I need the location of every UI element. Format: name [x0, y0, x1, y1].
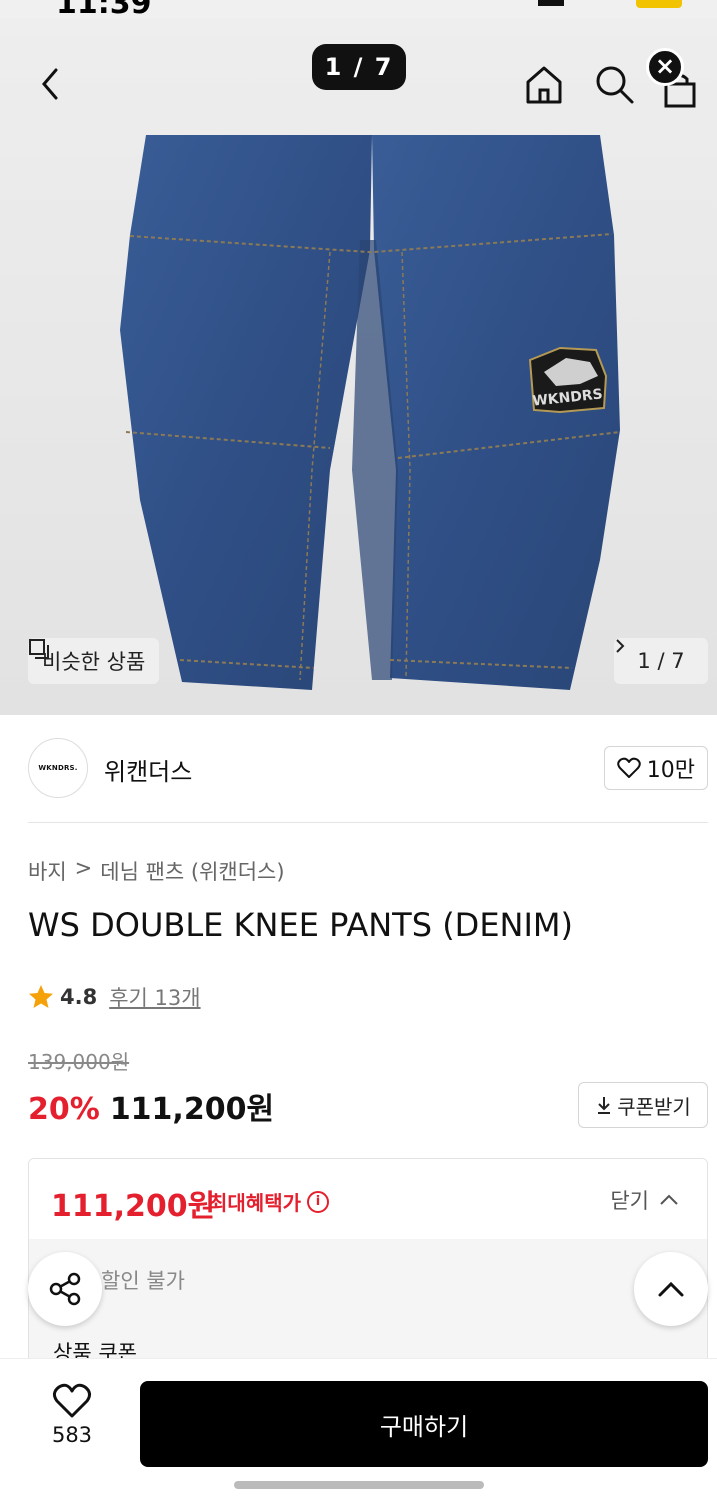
max-benefit-panel: 111,200원 최대혜택가 i 닫기 할인 불가 상품 쿠폰	[28, 1158, 708, 1378]
heart-icon	[617, 757, 641, 778]
brand-logo[interactable]: WKNDRS.	[28, 738, 88, 798]
rating-row: 4.8 후기 13개	[28, 982, 201, 1012]
breadcrumb: 바지 > 데님 팬츠 (위캔더스)	[28, 856, 285, 886]
back-button[interactable]	[34, 64, 70, 104]
brand-patch: WKNDRS	[528, 346, 608, 414]
max-benefit-label[interactable]: 최대혜택가 i	[209, 1187, 329, 1216]
signal-icon	[538, 0, 564, 6]
denim-pants-illustration: WKNDRS	[0, 0, 717, 715]
max-benefit-header: 111,200원 최대혜택가 i 닫기	[29, 1159, 707, 1239]
search-icon[interactable]	[592, 62, 636, 106]
status-time: 11:39	[56, 0, 152, 21]
image-counter: 1 / 7	[312, 44, 406, 90]
collapse-label: 닫기	[610, 1189, 649, 1213]
chevron-right-icon	[616, 639, 625, 653]
wishlist-button[interactable]: 583	[32, 1383, 112, 1473]
download-icon	[598, 1097, 611, 1114]
info-icon[interactable]: i	[307, 1190, 329, 1213]
breadcrumb-category[interactable]: 바지	[28, 856, 67, 886]
collapse-benefit-button[interactable]: 닫기	[610, 1185, 679, 1215]
star-icon	[29, 985, 53, 1008]
coupon-download-button[interactable]: 쿠폰받기	[578, 1082, 708, 1128]
share-button[interactable]	[28, 1252, 102, 1326]
share-icon	[49, 1272, 81, 1306]
bottom-action-bar: 583 구매하기	[0, 1358, 717, 1500]
max-benefit-text: 최대혜택가	[209, 1191, 301, 1215]
sale-price: 111,200원	[109, 1092, 275, 1127]
battery-icon	[636, 0, 682, 8]
brand-like-button[interactable]: 10만	[603, 746, 708, 790]
wishlist-count: 583	[51, 1423, 93, 1447]
home-icon[interactable]	[522, 62, 566, 106]
max-benefit-price: 111,200원	[51, 1189, 216, 1224]
gallery-page-label: 1 / 7	[637, 649, 685, 673]
similar-products-label: 비슷한 상품	[42, 650, 146, 674]
review-link[interactable]: 후기 13개	[109, 982, 200, 1012]
breadcrumb-separator: >	[74, 856, 93, 880]
chevron-up-icon	[660, 1194, 678, 1205]
buy-button[interactable]: 구매하기	[140, 1381, 708, 1467]
brand-row: WKNDRS. 위캔더스 10만	[28, 736, 708, 800]
gallery-page-indicator[interactable]: 1 / 7	[614, 638, 708, 684]
similar-icon	[29, 639, 49, 659]
no-discount-text: 할인 불가	[101, 1269, 185, 1293]
product-image[interactable]: WKNDRS 1 / 7 × 비슷한 상품 1 / 7	[0, 0, 717, 715]
heart-icon	[52, 1383, 92, 1418]
close-icon[interactable]: ×	[646, 48, 684, 86]
similar-products-button[interactable]: 비슷한 상품	[28, 638, 160, 684]
original-price: 139,000원	[28, 1050, 130, 1074]
discount-rate: 20%	[28, 1092, 100, 1127]
scroll-top-button[interactable]	[634, 1252, 708, 1326]
coupon-download-label: 쿠폰받기	[617, 1094, 691, 1119]
home-indicator	[234, 1481, 484, 1489]
status-bar: 11:39	[0, 0, 717, 21]
chevron-up-icon	[658, 1281, 684, 1297]
price-row: 20% 111,200원	[28, 1084, 274, 1128]
brand-like-count: 10만	[646, 758, 695, 783]
rating-value: 4.8	[60, 985, 98, 1009]
product-title: WS DOUBLE KNEE PANTS (DENIM)	[28, 906, 573, 944]
breadcrumb-subcategory[interactable]: 데님 팬츠 (위캔더스)	[100, 856, 284, 886]
brand-name[interactable]: 위캔더스	[104, 752, 192, 787]
divider	[28, 822, 708, 823]
